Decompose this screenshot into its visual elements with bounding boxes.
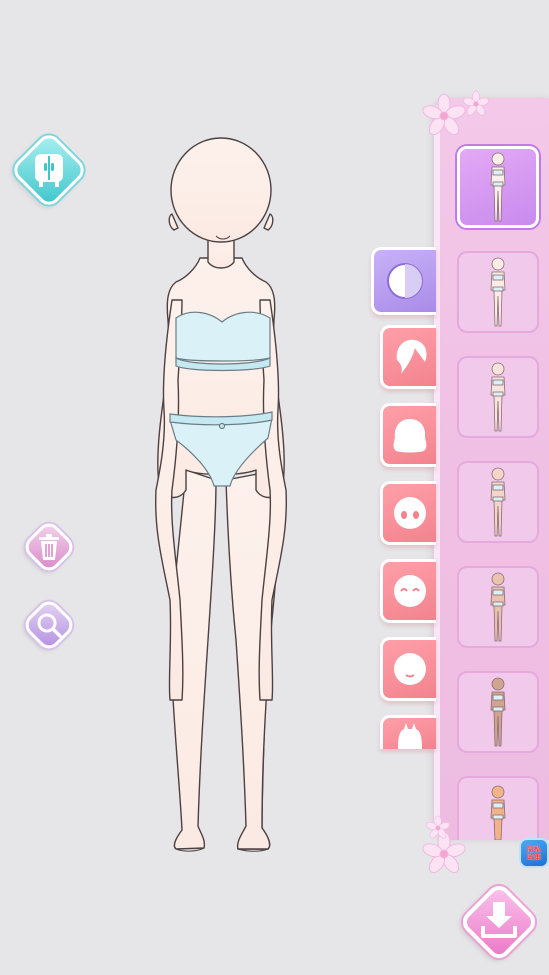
body-option-card[interactable] [457,461,539,543]
mouth-face-icon [393,653,426,685]
body-thumbnail-icon [490,785,506,840]
smiling-face-icon [393,575,426,607]
download-button[interactable] [457,878,541,966]
body-thumbnail-icon [490,362,506,432]
body-thumbnail-icon [490,677,506,747]
download-icon [481,902,517,938]
tab-outfit[interactable] [380,715,436,749]
body-base-icon [387,263,423,299]
dress-up-screen: 隐私 政策 [0,0,549,975]
outfit-icon [397,722,422,749]
zoom-button[interactable] [20,594,78,656]
tab-mouth[interactable] [380,637,436,701]
magnifier-icon [37,613,62,638]
body-option-card[interactable] [457,146,539,228]
tab-back-hair[interactable] [380,403,436,467]
body-thumbnail-icon [490,152,506,222]
cherry-blossom-top-icon [422,90,489,136]
body-option-card[interactable] [457,356,539,438]
privacy-policy-badge[interactable]: 隐私 政策 [519,838,549,868]
body-option-card[interactable] [457,671,539,753]
tab-body-base[interactable] [371,247,436,315]
privacy-badge-line1: 隐私 [527,845,541,853]
wardrobe-icon [35,154,63,187]
body-thumbnail-icon [490,257,506,327]
body-option-card[interactable] [457,251,539,333]
trash-icon [39,534,59,560]
eyes-face-icon [393,497,426,529]
tab-bangs-hair[interactable] [380,325,436,389]
body-option-card[interactable] [457,776,539,840]
body-thumbnail-icon [490,572,506,642]
tab-eyes[interactable] [380,481,436,545]
body-thumbnail-icon [490,467,506,537]
tab-expression[interactable] [380,559,436,623]
body-option-card[interactable] [457,566,539,648]
bangs-hair-icon [396,339,427,374]
back-hair-icon [393,419,426,453]
privacy-badge-line2: 政策 [527,853,541,861]
delete-button[interactable] [20,516,78,578]
wardrobe-button[interactable] [9,128,89,212]
